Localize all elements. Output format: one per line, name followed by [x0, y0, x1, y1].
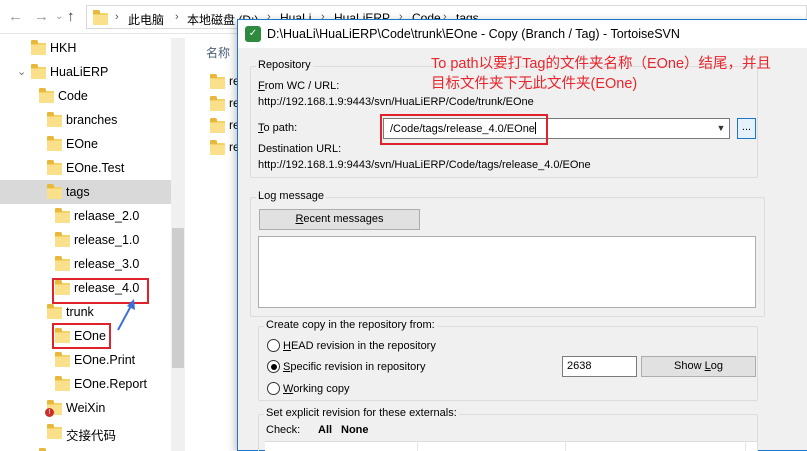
folder-icon — [55, 208, 70, 223]
browse-button[interactable]: ... — [737, 118, 756, 139]
tortoisesvn-icon: ✓ — [245, 26, 261, 42]
specific-revision-radio[interactable] — [267, 360, 280, 373]
tree-item-label: Code — [58, 89, 88, 103]
folder-icon — [210, 74, 225, 89]
working-copy-label: Working copy — [283, 383, 350, 395]
tree-item-label: tags — [66, 185, 90, 199]
tree-item-release-1-0[interactable]: release_1.0 — [0, 228, 171, 252]
tree-item-label: HuaLiERP — [50, 65, 109, 79]
annotation-arrow-icon — [117, 299, 135, 331]
folder-icon — [47, 424, 62, 439]
folder-icon — [210, 96, 225, 111]
log-message-textarea[interactable] — [258, 236, 756, 308]
folder-icon — [210, 140, 225, 155]
tree-item-label: 交接代码 — [66, 429, 117, 443]
revision-input[interactable]: 2638 — [562, 356, 637, 377]
tree-item-hualierp[interactable]: ⌄ HuaLiERP — [0, 60, 171, 84]
folder-icon — [47, 160, 62, 175]
tree-item-eone-test[interactable]: EOne.Test — [0, 156, 171, 180]
annotation-line: 目标文件夹下无此文件夹(EOne) — [431, 76, 638, 92]
folder-icon — [47, 184, 62, 199]
tree-item-release-3-0[interactable]: release_3.0 — [0, 252, 171, 276]
check-none-link[interactable]: None — [341, 424, 369, 436]
tree-item-eone[interactable]: EOne — [0, 132, 171, 156]
tree-item-next[interactable] — [0, 444, 171, 451]
chevron-down-icon[interactable]: ▼ — [712, 118, 730, 139]
working-copy-radio[interactable] — [267, 382, 280, 395]
dialog-title: D:\HuaLi\HuaLiERP\Code\trunk\EOne - Copy… — [267, 27, 680, 41]
column-header-name[interactable]: 名称 — [206, 44, 230, 61]
expand-chevron-icon[interactable]: ⌄ — [17, 65, 26, 78]
tree-item-label: EOne — [66, 137, 98, 151]
nav-scroll-thumb[interactable] — [172, 228, 184, 368]
navigation-pane: HKH ⌄ HuaLiERP Code branches EOne EOne.T… — [0, 34, 186, 451]
recent-chevron-icon[interactable]: ⌄ — [55, 9, 63, 25]
tree-item-tags[interactable]: tags — [0, 180, 171, 204]
tree-item-eone-report[interactable]: EOne.Report — [0, 372, 171, 396]
tree-item-branches[interactable]: branches — [0, 108, 171, 132]
folder-icon — [47, 112, 62, 127]
folder-icon — [31, 40, 46, 55]
externals-column-divider — [565, 441, 566, 451]
error-badge-icon: ! — [45, 408, 54, 417]
tree-item-label: EOne.Report — [74, 377, 147, 391]
annotation-text: To path以要打Tag的文件夹名称（EOne）结尾，并且 目标文件夹下无此文… — [431, 54, 807, 94]
tree-item-label: EOne.Print — [74, 353, 136, 367]
tree-item-label: WeiXin — [66, 401, 106, 415]
externals-group-title: Set explicit revision for these external… — [264, 407, 459, 419]
folder-lock-icon — [31, 64, 46, 79]
folder-icon — [47, 136, 62, 151]
dialog-titlebar[interactable]: ✓ D:\HuaLi\HuaLiERP\Code\trunk\EOne - Co… — [238, 20, 807, 48]
breadcrumb-item[interactable]: 此电脑 — [128, 11, 164, 28]
tree-item-label: release_1.0 — [74, 233, 140, 247]
tree-item-code[interactable]: Code — [0, 84, 171, 108]
tree-item-label: release_3.0 — [74, 257, 140, 271]
forward-arrow-icon[interactable]: → — [34, 9, 49, 25]
tree-item-label: relaase_2.0 — [74, 209, 140, 223]
up-arrow-icon[interactable]: ↑ — [67, 9, 75, 25]
highlight-trunk-eone — [52, 323, 111, 349]
tree-item-label: HKH — [50, 41, 77, 55]
externals-list[interactable] — [265, 441, 757, 451]
externals-column-divider — [745, 441, 746, 451]
to-path-label: To path: — [258, 122, 298, 134]
annotation-line: To path以要打Tag的文件夹名称（EOne）结尾，并且 — [431, 56, 772, 72]
tree-item-weixin[interactable]: ! WeiXin — [0, 396, 171, 420]
tree-item-handover-code[interactable]: 交接代码 — [0, 420, 171, 444]
check-all-link[interactable]: All — [318, 424, 332, 436]
specific-revision-label: Specific revision in repository — [283, 361, 426, 373]
tree-item-label: trunk — [66, 305, 94, 319]
back-arrow-icon[interactable]: ← — [8, 9, 23, 25]
highlight-to-path — [380, 114, 548, 145]
folder-icon — [210, 118, 225, 133]
from-url-label: From WC / URL: — [258, 80, 340, 92]
externals-column-divider — [417, 441, 418, 451]
head-revision-label: HEAD revision in the repository — [283, 340, 436, 352]
tree-item-hkh[interactable]: HKH — [0, 36, 171, 60]
copy-from-group-title: Create copy in the repository from: — [264, 319, 437, 331]
tree-item-eone-print[interactable]: EOne.Print — [0, 348, 171, 372]
folder-icon — [55, 352, 70, 367]
from-url-value: http://192.168.1.9:9443/svn/HuaLiERP/Cod… — [258, 96, 534, 108]
folder-icon — [47, 304, 62, 319]
check-label: Check: — [266, 424, 301, 436]
tree-item-label: branches — [66, 113, 118, 127]
tree-item-label: EOne.Test — [66, 161, 125, 175]
destination-url-label: Destination URL: — [258, 143, 342, 155]
show-log-button[interactable]: Show Log — [641, 356, 756, 377]
recent-messages-button[interactable]: Recent messages — [259, 209, 420, 230]
repository-group-title: Repository — [256, 59, 313, 71]
folder-icon — [55, 232, 70, 247]
folder-icon — [55, 376, 70, 391]
folder-icon — [39, 88, 54, 103]
log-message-group-title: Log message — [256, 190, 327, 202]
folder-icon — [93, 10, 108, 25]
head-revision-radio[interactable] — [267, 339, 280, 352]
tree-item-relaase-2-0[interactable]: relaase_2.0 — [0, 204, 171, 228]
destination-url-value: http://192.168.1.9:9443/svn/HuaLiERP/Cod… — [258, 159, 591, 171]
breadcrumb-separator-icon[interactable]: › — [175, 11, 179, 23]
breadcrumb-separator-icon[interactable]: › — [115, 11, 119, 23]
folder-icon — [55, 256, 70, 271]
